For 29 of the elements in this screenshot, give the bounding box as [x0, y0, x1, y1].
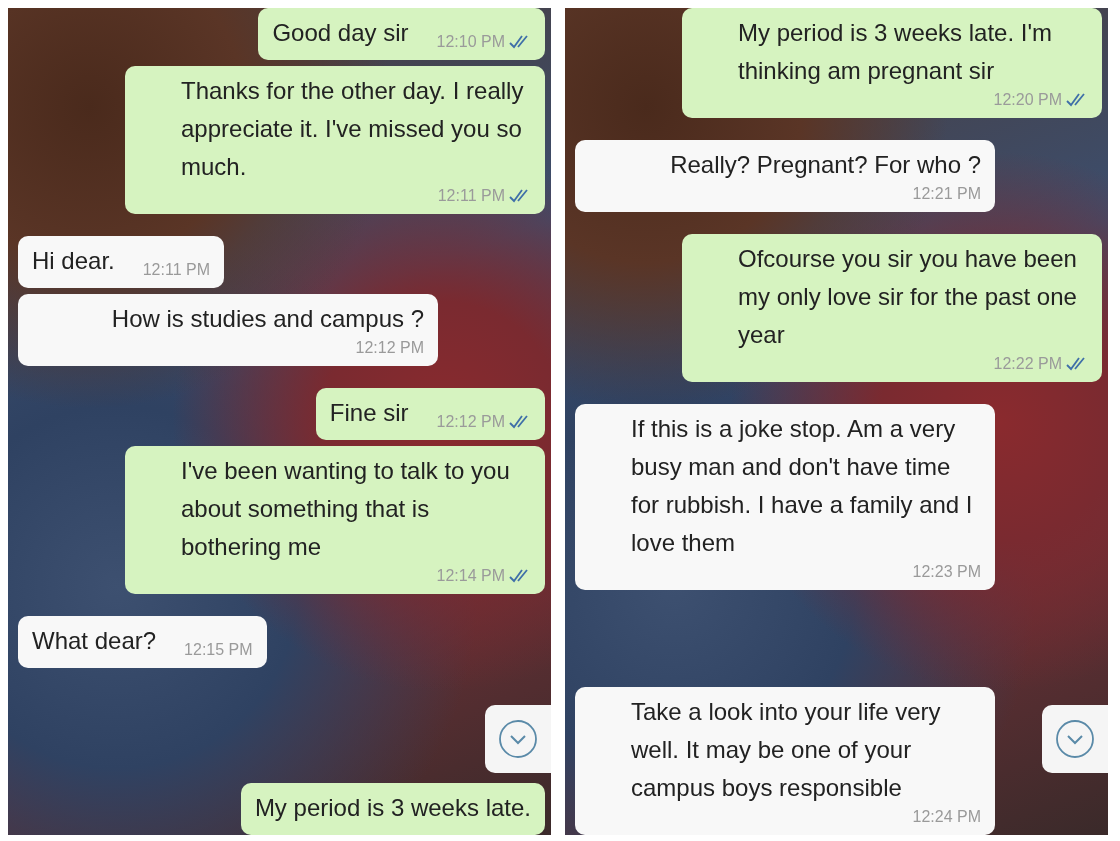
message-time: 12:22 PM	[993, 354, 1062, 374]
message-text: My period is 3 weeks late.	[254, 793, 531, 823]
message-time: 12:12 PM	[355, 338, 424, 358]
message-text: Fine sir	[329, 398, 409, 428]
message-time: 12:10 PM	[436, 32, 505, 52]
message-text: If this is a joke stop. Am a very busy man and don't have time for rubbish. I have a family and I love them	[631, 414, 974, 558]
message-time: 12:11 PM	[437, 186, 505, 206]
chevron-down-icon	[1055, 719, 1095, 759]
message-time: 12:23 PM	[912, 562, 981, 582]
message-time: 12:14 PM	[436, 566, 505, 586]
message-text: Good day sir	[272, 18, 409, 48]
message-time: 12:21 PM	[912, 184, 981, 204]
message-text: What dear?	[32, 626, 157, 656]
scroll-down-button[interactable]	[1042, 705, 1108, 773]
chevron-down-icon	[498, 719, 538, 759]
message-time: 12:24 PM	[912, 807, 981, 827]
message-text: I've been wanting to talk to you about something that is bothering me	[181, 456, 511, 562]
message-text: Really? Pregnant? For who ?	[670, 150, 981, 180]
message-text: Thanks for the other day. I really appreciate it. I've missed you so much.	[181, 76, 525, 182]
message-text: Ofcourse you sir you have been my only love sir for the past one year	[738, 244, 1078, 350]
message-text: Take a look into your life very well. It may be one of your campus boys responsible	[631, 697, 942, 803]
message-time: 12:12 PM	[436, 412, 505, 432]
message-time: 12:15 PM	[184, 640, 253, 660]
message-time: 12:11 PM	[142, 260, 210, 280]
message-text: How is studies and campus ?	[111, 304, 424, 334]
message-text: My period is 3 weeks late. I'm thinking am pregnant sir	[738, 18, 1054, 86]
scroll-down-button[interactable]	[485, 705, 551, 773]
message-text: Hi dear.	[32, 246, 115, 276]
message-time: 12:20 PM	[993, 90, 1062, 110]
